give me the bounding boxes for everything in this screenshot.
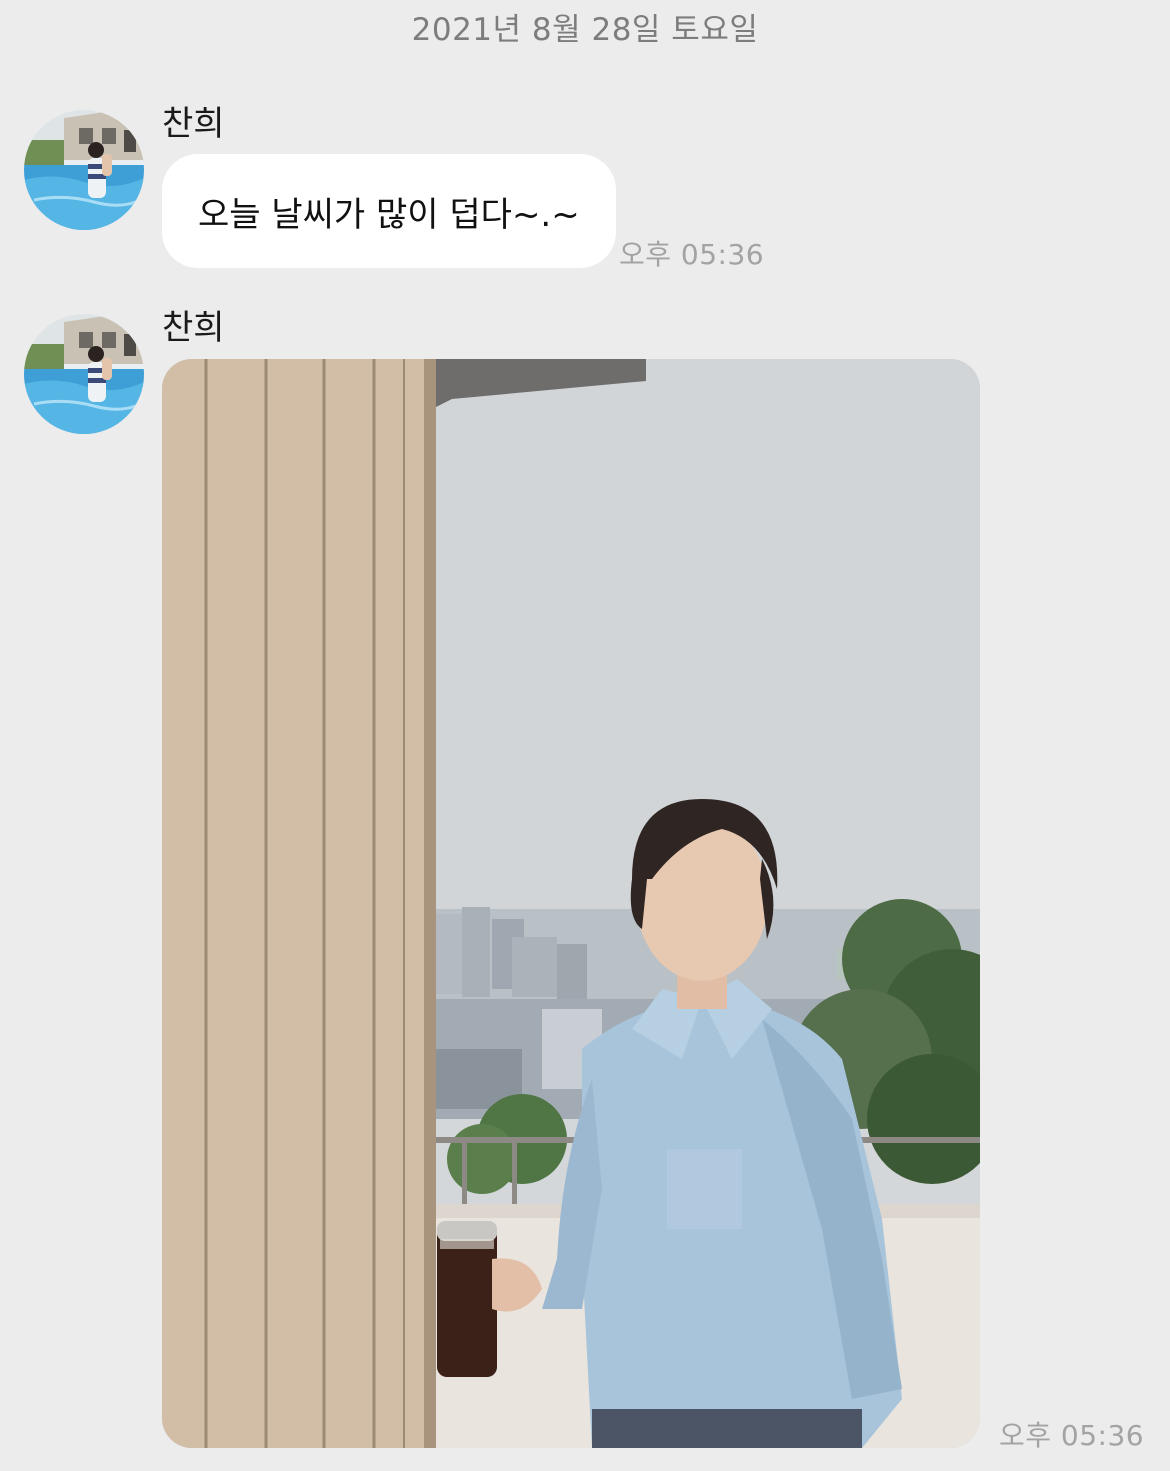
- sender-name: 찬희: [162, 104, 225, 144]
- message-timestamp: 오후 05:36: [999, 1419, 1145, 1452]
- profile-photo-icon: [24, 110, 144, 230]
- date-divider: 2021년 8월 28일 토요일: [411, 12, 759, 48]
- sender-avatar[interactable]: [24, 314, 144, 434]
- profile-photo-icon: [24, 314, 144, 434]
- message-timestamp: 오후 05:36: [619, 238, 765, 271]
- message-text: 오늘 날씨가 많이 덥다~.~: [198, 194, 580, 235]
- sender-name: 찬희: [162, 308, 225, 348]
- photo-image-icon: [162, 359, 980, 1448]
- message-photo[interactable]: [162, 359, 980, 1448]
- message-bubble[interactable]: 오늘 날씨가 많이 덥다~.~: [162, 154, 616, 268]
- sender-avatar[interactable]: [24, 110, 144, 230]
